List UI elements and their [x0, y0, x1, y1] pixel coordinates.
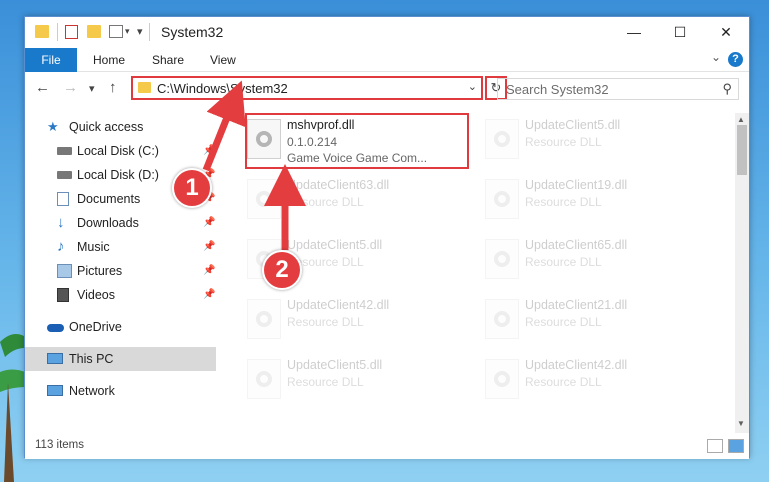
- arrow-1: [202, 80, 246, 172]
- annotation-arrows: [202, 80, 306, 250]
- step-2-badge: 2: [262, 250, 302, 290]
- step-1-badge: 1: [172, 168, 212, 208]
